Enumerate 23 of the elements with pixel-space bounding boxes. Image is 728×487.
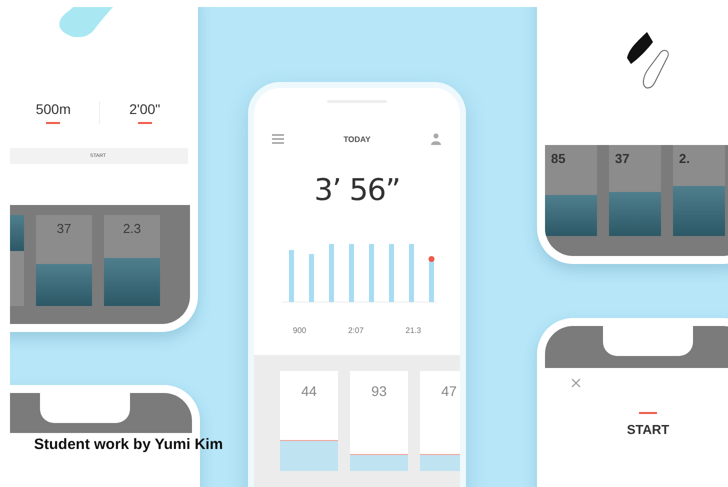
tile-value: 2. (679, 151, 690, 166)
close-icon[interactable] (571, 378, 581, 388)
tile-value: 37 (615, 151, 630, 166)
stat-value: 2'00" (129, 101, 160, 117)
stat-value: 500m (36, 101, 71, 117)
caption-text: Student work by Yumi Kim (34, 436, 223, 453)
start-title: START (626, 422, 670, 437)
stat-value: 21.3 (406, 326, 422, 335)
card-value: 93 (371, 383, 387, 399)
pace-value: 3’ 56” (314, 173, 400, 208)
underline-mark (138, 122, 152, 124)
accent-mark (639, 412, 657, 414)
tile-value: 37 (56, 221, 72, 236)
underline-mark (46, 122, 60, 124)
tile-value: 85 (551, 151, 566, 166)
card-value: 44 (301, 383, 317, 399)
person-icon[interactable] (430, 133, 442, 145)
tile-value: 2.3 (122, 221, 142, 236)
card-value: 47 (441, 383, 457, 399)
stat-value: 900 (292, 326, 306, 335)
stat-value: 2:07 (348, 326, 364, 335)
screen-title: TODAY (343, 134, 371, 144)
menu-icon[interactable] (272, 134, 284, 144)
